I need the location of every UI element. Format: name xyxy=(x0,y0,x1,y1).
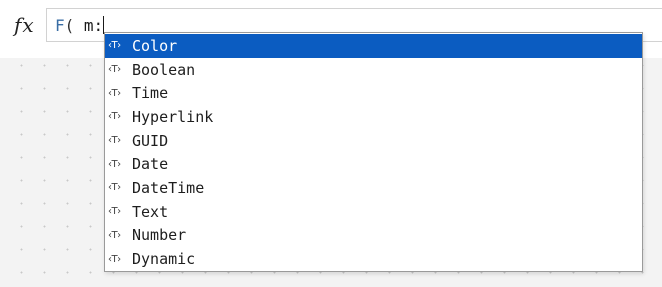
autocomplete-item-label: Boolean xyxy=(132,60,196,79)
fx-icon[interactable]: fx xyxy=(14,13,35,37)
autocomplete-item-text[interactable]: ‹T› Text xyxy=(105,200,642,224)
type-icon: ‹T› xyxy=(108,40,121,52)
type-icon: ‹T› xyxy=(108,253,121,265)
formula-text: F( m: xyxy=(55,16,105,35)
type-icon: ‹T› xyxy=(108,229,121,241)
autocomplete-item-label: Number xyxy=(132,226,187,245)
autocomplete-item-datetime[interactable]: ‹T› DateTime xyxy=(105,176,642,200)
autocomplete-item-color[interactable]: ‹T› Color xyxy=(105,34,642,58)
type-icon: ‹T› xyxy=(108,135,121,147)
autocomplete-dropdown: ‹T› Color ‹T› Boolean ‹T› Time ‹T› Hyper… xyxy=(104,32,643,272)
type-icon: ‹T› xyxy=(108,206,121,218)
autocomplete-item-label: Text xyxy=(132,202,169,221)
autocomplete-item-guid[interactable]: ‹T› GUID xyxy=(105,129,642,153)
type-icon: ‹T› xyxy=(108,64,121,76)
autocomplete-item-label: Time xyxy=(132,84,169,103)
autocomplete-item-label: Hyperlink xyxy=(132,107,214,126)
formula-function-token: F xyxy=(55,16,65,35)
autocomplete-item-hyperlink[interactable]: ‹T› Hyperlink xyxy=(105,105,642,129)
autocomplete-item-number[interactable]: ‹T› Number xyxy=(105,224,642,248)
autocomplete-item-label: GUID xyxy=(132,131,169,150)
autocomplete-item-date[interactable]: ‹T› Date xyxy=(105,152,642,176)
autocomplete-item-dynamic[interactable]: ‹T› Dynamic xyxy=(105,247,642,271)
type-icon: ‹T› xyxy=(108,158,121,170)
type-icon: ‹T› xyxy=(108,182,121,194)
autocomplete-item-label: Date xyxy=(132,155,169,174)
autocomplete-item-label: DateTime xyxy=(132,178,205,197)
type-icon: ‹T› xyxy=(108,87,121,99)
autocomplete-item-boolean[interactable]: ‹T› Boolean xyxy=(105,58,642,82)
formula-paren-token: ( xyxy=(64,16,84,35)
autocomplete-item-label: Color xyxy=(132,36,178,55)
autocomplete-item-label: Dynamic xyxy=(132,250,196,269)
formula-argument-token: m: xyxy=(83,16,104,35)
type-icon: ‹T› xyxy=(108,111,121,123)
autocomplete-item-time[interactable]: ‹T› Time xyxy=(105,81,642,105)
